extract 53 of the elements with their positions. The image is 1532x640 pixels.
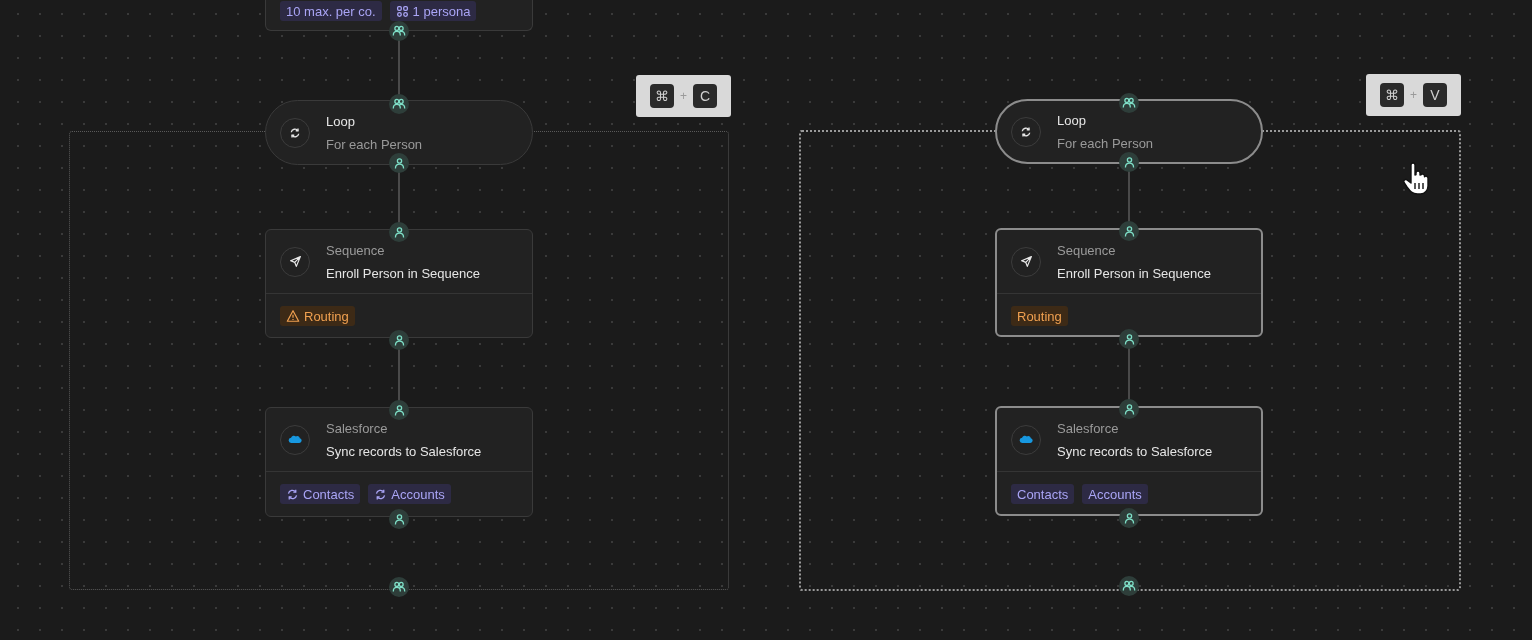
sync-icon [286, 487, 299, 501]
node-subtitle: For each Person [1057, 135, 1154, 151]
group-port-icon[interactable] [1119, 576, 1139, 596]
group-port-icon[interactable] [1119, 93, 1139, 113]
node-subtitle: For each Person [326, 136, 423, 152]
tag-label: Accounts [1088, 486, 1142, 502]
person-port-icon[interactable] [389, 400, 409, 420]
tag-label: Routing [1017, 308, 1062, 324]
group-port-icon[interactable] [389, 21, 409, 41]
tag-label: Accounts [391, 486, 445, 502]
app-name: Salesforce [1057, 420, 1120, 436]
command-key: ⌘ [650, 84, 674, 108]
person-port-icon[interactable] [389, 509, 409, 529]
person-port-icon[interactable] [389, 330, 409, 350]
tag-label: Routing [304, 308, 349, 324]
action-card[interactable]: Sequence Enroll Person in Sequence Routing [265, 229, 533, 338]
person-port-icon[interactable] [1119, 329, 1139, 349]
action-card[interactable]: Salesforce Sync records to Salesforce Contacts Accounts [995, 406, 1263, 516]
person-port-icon[interactable] [1119, 508, 1139, 528]
person-port-icon[interactable] [1119, 399, 1139, 419]
group-port-icon[interactable] [389, 577, 409, 597]
tag-label: 10 max. per co. [286, 3, 376, 19]
summary-card[interactable]: 10 max. per co. 1 persona [265, 0, 533, 31]
letter-key: C [693, 84, 717, 108]
action-title: Sync records to Salesforce [326, 443, 482, 459]
action-title: Sync records to Salesforce [1057, 443, 1213, 459]
plus-sign: + [680, 89, 687, 103]
tag-label: Contacts [303, 486, 355, 502]
loop-node[interactable]: Loop For each Person [265, 100, 533, 165]
action-title: Enroll Person in Sequence [1057, 265, 1211, 281]
person-port-icon[interactable] [1119, 221, 1139, 241]
tag-label: Contacts [1017, 486, 1069, 502]
grid-icon [395, 4, 409, 18]
letter-key: V [1423, 83, 1447, 107]
node-title: Loop [326, 113, 356, 129]
person-port-icon[interactable] [1119, 152, 1139, 172]
loop-node[interactable]: Loop For each Person [995, 99, 1263, 164]
action-card[interactable]: Sequence Enroll Person in Sequence Routing [995, 228, 1263, 337]
hand-cursor-icon [1402, 162, 1430, 196]
tag-label: 1 persona [412, 3, 471, 19]
sync-icon [374, 487, 388, 501]
action-title: Enroll Person in Sequence [326, 265, 480, 281]
app-name: Sequence [326, 242, 386, 258]
command-key: ⌘ [1380, 83, 1404, 107]
plus-sign: + [1410, 88, 1417, 102]
app-name: Salesforce [326, 420, 389, 436]
action-card[interactable]: Salesforce Sync records to Salesforce Contacts Accounts [265, 407, 533, 517]
node-title: Loop [1057, 112, 1087, 128]
app-name: Sequence [1057, 242, 1117, 258]
warning-icon [286, 309, 300, 323]
group-port-icon[interactable] [389, 94, 409, 114]
person-port-icon[interactable] [389, 153, 409, 173]
person-port-icon[interactable] [389, 222, 409, 242]
